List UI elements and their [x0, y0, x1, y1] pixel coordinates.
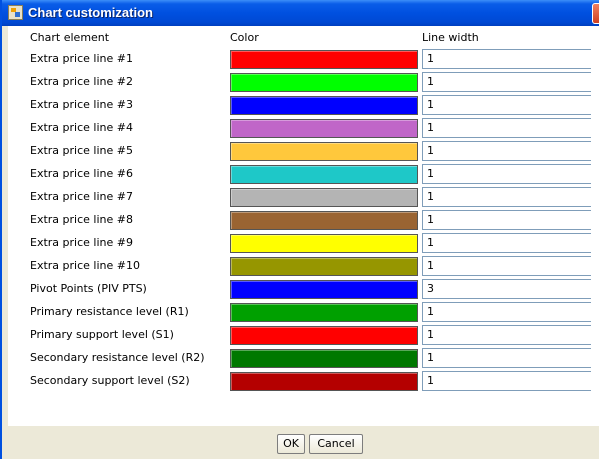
- table-row: Extra price line #1 1⌄: [8, 48, 599, 70]
- table-row: Primary resistance level (R1) 1⌄: [8, 301, 599, 323]
- line-width-value: 1: [427, 236, 434, 249]
- color-swatch-button[interactable]: [230, 50, 418, 69]
- color-swatch-button[interactable]: [230, 165, 418, 184]
- window-edge: [591, 26, 599, 426]
- line-width-select[interactable]: 1⌄: [422, 256, 599, 276]
- table-row: Extra price line #6 1⌄: [8, 163, 599, 185]
- chart-element-label: Extra price line #5: [30, 144, 133, 157]
- table-row: Extra price line #9 1⌄: [8, 232, 599, 254]
- color-swatch-button[interactable]: [230, 119, 418, 138]
- chart-element-label: Primary resistance level (R1): [30, 305, 189, 318]
- table-row: Secondary resistance level (R2) 1⌄: [8, 347, 599, 369]
- color-swatch-button[interactable]: [230, 234, 418, 253]
- line-width-value: 1: [427, 305, 434, 318]
- line-width-value: 1: [427, 328, 434, 341]
- color-swatch-button[interactable]: [230, 326, 418, 345]
- dialog-footer: OK Cancel: [2, 426, 599, 459]
- chart-element-label: Extra price line #2: [30, 75, 133, 88]
- color-swatch-button[interactable]: [230, 349, 418, 368]
- table-row: Extra price line #3 1⌄: [8, 94, 599, 116]
- chart-element-label: Pivot Points (PIV PTS): [30, 282, 147, 295]
- line-width-select[interactable]: 1⌄: [422, 72, 599, 92]
- line-width-value: 1: [427, 121, 434, 134]
- line-width-select[interactable]: 1⌄: [422, 95, 599, 115]
- line-width-select[interactable]: 1⌄: [422, 187, 599, 207]
- table-row: Extra price line #5 1⌄: [8, 140, 599, 162]
- table-row: Extra price line #8 1⌄: [8, 209, 599, 231]
- line-width-value: 1: [427, 52, 434, 65]
- header-chart-element: Chart element: [30, 31, 110, 44]
- line-width-select[interactable]: 1⌄: [422, 210, 599, 230]
- settings-table: Chart element Color Line width Extra pri…: [2, 26, 599, 426]
- line-width-value: 1: [427, 98, 434, 111]
- table-row: Extra price line #4 1⌄: [8, 117, 599, 139]
- window-title: Chart customization: [28, 5, 153, 20]
- chart-element-label: Extra price line #4: [30, 121, 133, 134]
- line-width-select[interactable]: 1⌄: [422, 302, 599, 322]
- line-width-select[interactable]: 1⌄: [422, 371, 599, 391]
- line-width-value: 3: [427, 282, 434, 295]
- line-width-select[interactable]: 1⌄: [422, 348, 599, 368]
- header-line-width: Line width: [422, 31, 479, 44]
- line-width-value: 1: [427, 374, 434, 387]
- chart-customization-dialog: Chart customization Chart element Color …: [0, 0, 599, 459]
- chart-element-label: Secondary support level (S2): [30, 374, 190, 387]
- line-width-value: 1: [427, 190, 434, 203]
- line-width-select[interactable]: 1⌄: [422, 164, 599, 184]
- line-width-select[interactable]: 1⌄: [422, 325, 599, 345]
- cancel-button[interactable]: Cancel: [309, 434, 363, 454]
- color-swatch-button[interactable]: [230, 96, 418, 115]
- title-bar[interactable]: Chart customization: [2, 0, 599, 26]
- chart-element-label: Secondary resistance level (R2): [30, 351, 205, 364]
- table-row: Primary support level (S1) 1⌄: [8, 324, 599, 346]
- line-width-value: 1: [427, 213, 434, 226]
- chart-element-label: Extra price line #7: [30, 190, 133, 203]
- line-width-value: 1: [427, 259, 434, 272]
- color-swatch-button[interactable]: [230, 142, 418, 161]
- line-width-select[interactable]: 1⌄: [422, 141, 599, 161]
- line-width-select[interactable]: 1⌄: [422, 49, 599, 69]
- chart-element-label: Extra price line #10: [30, 259, 140, 272]
- header-color: Color: [230, 31, 259, 44]
- table-row: Secondary support level (S2) 1⌄: [8, 370, 599, 392]
- color-swatch-button[interactable]: [230, 280, 418, 299]
- chart-element-label: Primary support level (S1): [30, 328, 174, 341]
- table-row: Extra price line #10 1⌄: [8, 255, 599, 277]
- line-width-select[interactable]: 1⌄: [422, 233, 599, 253]
- table-row: Extra price line #2 1⌄: [8, 71, 599, 93]
- table-row: Pivot Points (PIV PTS) 3⌄: [8, 278, 599, 300]
- chart-element-label: Extra price line #8: [30, 213, 133, 226]
- line-width-value: 1: [427, 144, 434, 157]
- line-width-value: 1: [427, 167, 434, 180]
- color-swatch-button[interactable]: [230, 73, 418, 92]
- line-width-value: 1: [427, 351, 434, 364]
- color-swatch-button[interactable]: [230, 211, 418, 230]
- line-width-value: 1: [427, 75, 434, 88]
- color-swatch-button[interactable]: [230, 188, 418, 207]
- color-swatch-button[interactable]: [230, 257, 418, 276]
- table-row: Extra price line #7 1⌄: [8, 186, 599, 208]
- color-swatch-button[interactable]: [230, 372, 418, 391]
- chart-element-label: Extra price line #1: [30, 52, 133, 65]
- line-width-select[interactable]: 3⌄: [422, 279, 599, 299]
- line-width-select[interactable]: 1⌄: [422, 118, 599, 138]
- color-swatch-button[interactable]: [230, 303, 418, 322]
- ok-button[interactable]: OK: [277, 434, 305, 454]
- chart-element-label: Extra price line #6: [30, 167, 133, 180]
- window-app-icon: [8, 5, 23, 20]
- chart-element-label: Extra price line #9: [30, 236, 133, 249]
- chart-element-label: Extra price line #3: [30, 98, 133, 111]
- close-button[interactable]: [592, 3, 599, 24]
